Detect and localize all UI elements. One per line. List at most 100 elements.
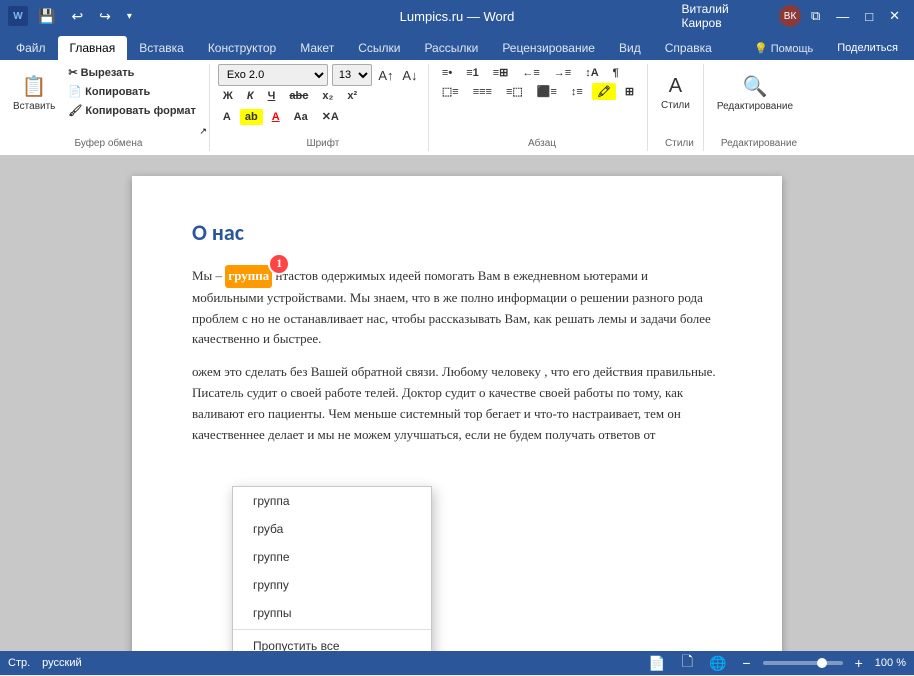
tab-help[interactable]: Справка [653,36,724,60]
skip-all-button[interactable]: Пропустить все [233,632,431,651]
tab-mailings[interactable]: Рассылки [412,36,490,60]
spell-suggestion-1[interactable]: группа [233,487,431,515]
ribbon-tabs: Файл Главная Вставка Конструктор Макет С… [0,32,914,60]
status-right: 📄 🗋 🌐 − + 100 % [644,650,906,676]
redo-button[interactable]: ↪ [93,6,117,27]
strikethrough-button[interactable]: abc [284,88,313,104]
sort-button[interactable]: ↕A [580,65,603,81]
spell-suggestion-4[interactable]: группу [233,571,431,599]
username: Виталий Каиров [682,2,772,30]
zoom-plus-btn[interactable]: + [851,654,867,672]
paragraph-label: Абзац [528,138,556,149]
zoom-minus-btn[interactable]: − [738,654,754,672]
font-name-select[interactable]: Exo 2.0 [218,64,328,86]
word-icon: W [8,6,28,26]
editing-button[interactable]: 🔍 Редактирование [712,64,798,122]
tab-home[interactable]: Главная [58,36,128,60]
justify-button[interactable]: ⬛≡ [532,83,562,100]
styles-icon: A [669,75,682,98]
tab-file[interactable]: Файл [4,36,58,60]
subscript-button[interactable]: x₂ [317,88,338,104]
document-page[interactable]: О нас Мы – группа 1 нтастов одержимых ид… [132,176,782,651]
restore-button[interactable]: ⧉ [805,0,826,32]
title-text: Lumpics.ru — Word [400,9,515,24]
highlight-color-button[interactable]: ab [240,109,263,125]
change-case-button[interactable]: Aa [289,109,313,125]
copy-button[interactable]: 📄 Копировать [63,83,201,100]
customize-qat-button[interactable]: ▾ [121,9,138,24]
bold-button[interactable]: Ж [218,88,238,104]
editing-group-label: Редактирование [721,138,797,149]
minimize-button[interactable]: — [830,0,855,32]
cut-button[interactable]: ✂ Вырезать [63,64,201,81]
show-marks-button[interactable]: ¶ [608,65,624,81]
document-area: О нас Мы – группа 1 нтастов одержимых ид… [0,156,914,651]
borders-button[interactable]: ⊞ [620,83,639,100]
tab-references[interactable]: Ссылки [346,36,412,60]
tab-insert[interactable]: Вставка [127,36,196,60]
share-button[interactable]: Поделиться [825,36,910,60]
styles-label: Стили [665,138,694,149]
superscript-button[interactable]: x² [342,88,362,104]
maximize-button[interactable]: □ [859,0,879,32]
spell-suggestion-2[interactable]: груба [233,515,431,543]
spell-suggestion-5[interactable]: группы [233,599,431,627]
paragraph-group: ≡• ≡1 ≡⊞ ←≡ →≡ ↕A ¶ ⬚≡ ≡≡≡ ≡⬚ ⬛≡ ↕≡ 🖍 ⊞ … [437,64,648,151]
styles-label: Стили [661,100,690,111]
multilevel-button[interactable]: ≡⊞ [488,64,514,81]
tab-layout[interactable]: Макет [288,36,346,60]
align-right-button[interactable]: ≡⬚ [501,83,528,100]
text-effects-button[interactable]: A [218,109,236,125]
format-painter-button[interactable]: 🖌 Копировать формат [63,102,201,119]
fill-color-button[interactable]: 🖍 [592,83,616,100]
tab-help-btn[interactable]: 💡 Помощь [742,36,825,60]
font-group: Exo 2.0 13 A↑ A↓ Ж К Ч abc x₂ x² A ab A [218,64,429,151]
align-left-button[interactable]: ⬚≡ [437,83,464,100]
status-bar: Стр. русский 📄 🗋 🌐 − + 100 % [0,651,914,675]
paste-button[interactable]: 📋 Вставить [8,64,60,122]
web-view-button[interactable]: 🌐 [705,654,730,673]
increase-indent-button[interactable]: →≡ [549,65,576,81]
font-row1: Exo 2.0 13 A↑ A↓ [218,64,420,88]
tab-design[interactable]: Конструктор [196,36,288,60]
underline-button[interactable]: Ч [263,88,281,104]
title-bar-right: Виталий Каиров ВК ⧉ — □ ✕ [682,0,907,32]
numbering-button[interactable]: ≡1 [461,65,484,81]
spell-suggestion-3[interactable]: группе [233,543,431,571]
line-spacing-button[interactable]: ↕≡ [566,84,588,100]
align-center-button[interactable]: ≡≡≡ [468,84,497,100]
save-button[interactable]: 💾 [32,6,61,27]
styles-group: A Стили Стили [656,64,704,151]
zoom-level[interactable]: 100 % [875,657,906,669]
user-avatar[interactable]: ВК [779,5,801,27]
font-color-button[interactable]: A [267,109,285,125]
styles-button[interactable]: A Стили [656,64,695,122]
bullets-button[interactable]: ≡• [437,65,457,81]
font-size-select[interactable]: 13 [332,64,372,86]
text-before: Мы – [192,268,222,283]
clipboard-expand[interactable]: ↗ [199,126,207,137]
ribbon: Файл Главная Вставка Конструктор Макет С… [0,32,914,156]
title-bar: W 💾 ↩ ↪ ▾ Lumpics.ru — Word Виталий Каир… [0,0,914,32]
print-layout-button[interactable]: 🗋 [678,650,697,676]
zoom-thumb [817,658,827,668]
context-menu: группа груба группе группу группы Пропус… [232,486,432,651]
doc-paragraph1: Мы – группа 1 нтастов одержимых идеей по… [192,265,722,350]
paste-label: Вставить [13,101,55,112]
read-mode-button[interactable]: 📄 [644,654,669,673]
tab-review[interactable]: Рецензирование [490,36,607,60]
decrease-font-button[interactable]: A↓ [400,65,420,85]
increase-font-button[interactable]: A↑ [376,65,396,85]
paste-icon: 📋 [22,74,47,99]
undo-button[interactable]: ↩ [65,6,89,27]
close-button[interactable]: ✕ [883,0,906,32]
window-title: Lumpics.ru — Word [233,9,682,24]
font-row2: Ж К Ч abc x₂ x² [218,88,362,106]
italic-button[interactable]: К [242,88,259,104]
tab-view[interactable]: Вид [607,36,653,60]
clear-format-button[interactable]: ✕A [317,108,344,125]
zoom-slider[interactable] [763,661,843,665]
doc-heading: О нас [192,216,722,249]
decrease-indent-button[interactable]: ←≡ [517,65,544,81]
language-indicator[interactable]: русский [42,657,81,669]
